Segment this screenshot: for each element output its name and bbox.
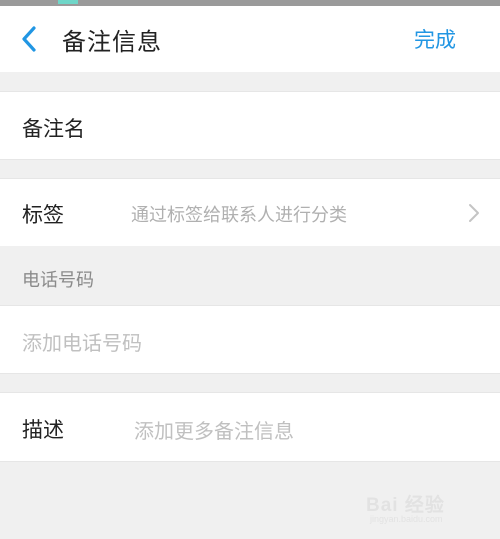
back-button[interactable] <box>14 20 48 58</box>
remark-name-row[interactable]: 备注名 <box>0 91 500 160</box>
tags-hint: 通过标签给联系人进行分类 <box>131 205 347 226</box>
chevron-left-icon <box>22 26 36 52</box>
nav-header: 备注信息 完成 <box>0 6 500 72</box>
page-title: 备注信息 <box>62 28 162 56</box>
phone-row[interactable]: 添加电话号码 <box>0 305 500 374</box>
chevron-right-icon <box>469 204 479 222</box>
watermark-text: Bai 经验 <box>366 495 445 516</box>
status-indicator <box>58 0 78 4</box>
phone-input[interactable]: 添加电话号码 <box>22 327 142 356</box>
description-input[interactable]: 添加更多备注信息 <box>134 415 294 444</box>
remark-name-label: 备注名 <box>22 117 85 141</box>
description-label: 描述 <box>22 418 64 442</box>
tags-row[interactable]: 标签 通过标签给联系人进行分类 <box>0 178 500 246</box>
description-row[interactable]: 描述 添加更多备注信息 <box>0 392 500 462</box>
phone-section-label: 电话号码 <box>22 270 94 291</box>
done-button[interactable]: 完成 <box>414 24 456 54</box>
baidu-jingyan-watermark: Bai 经验 jingyan.baidu.com <box>366 482 486 528</box>
watermark-url: jingyan.baidu.com <box>370 514 443 524</box>
tags-label: 标签 <box>22 203 64 227</box>
